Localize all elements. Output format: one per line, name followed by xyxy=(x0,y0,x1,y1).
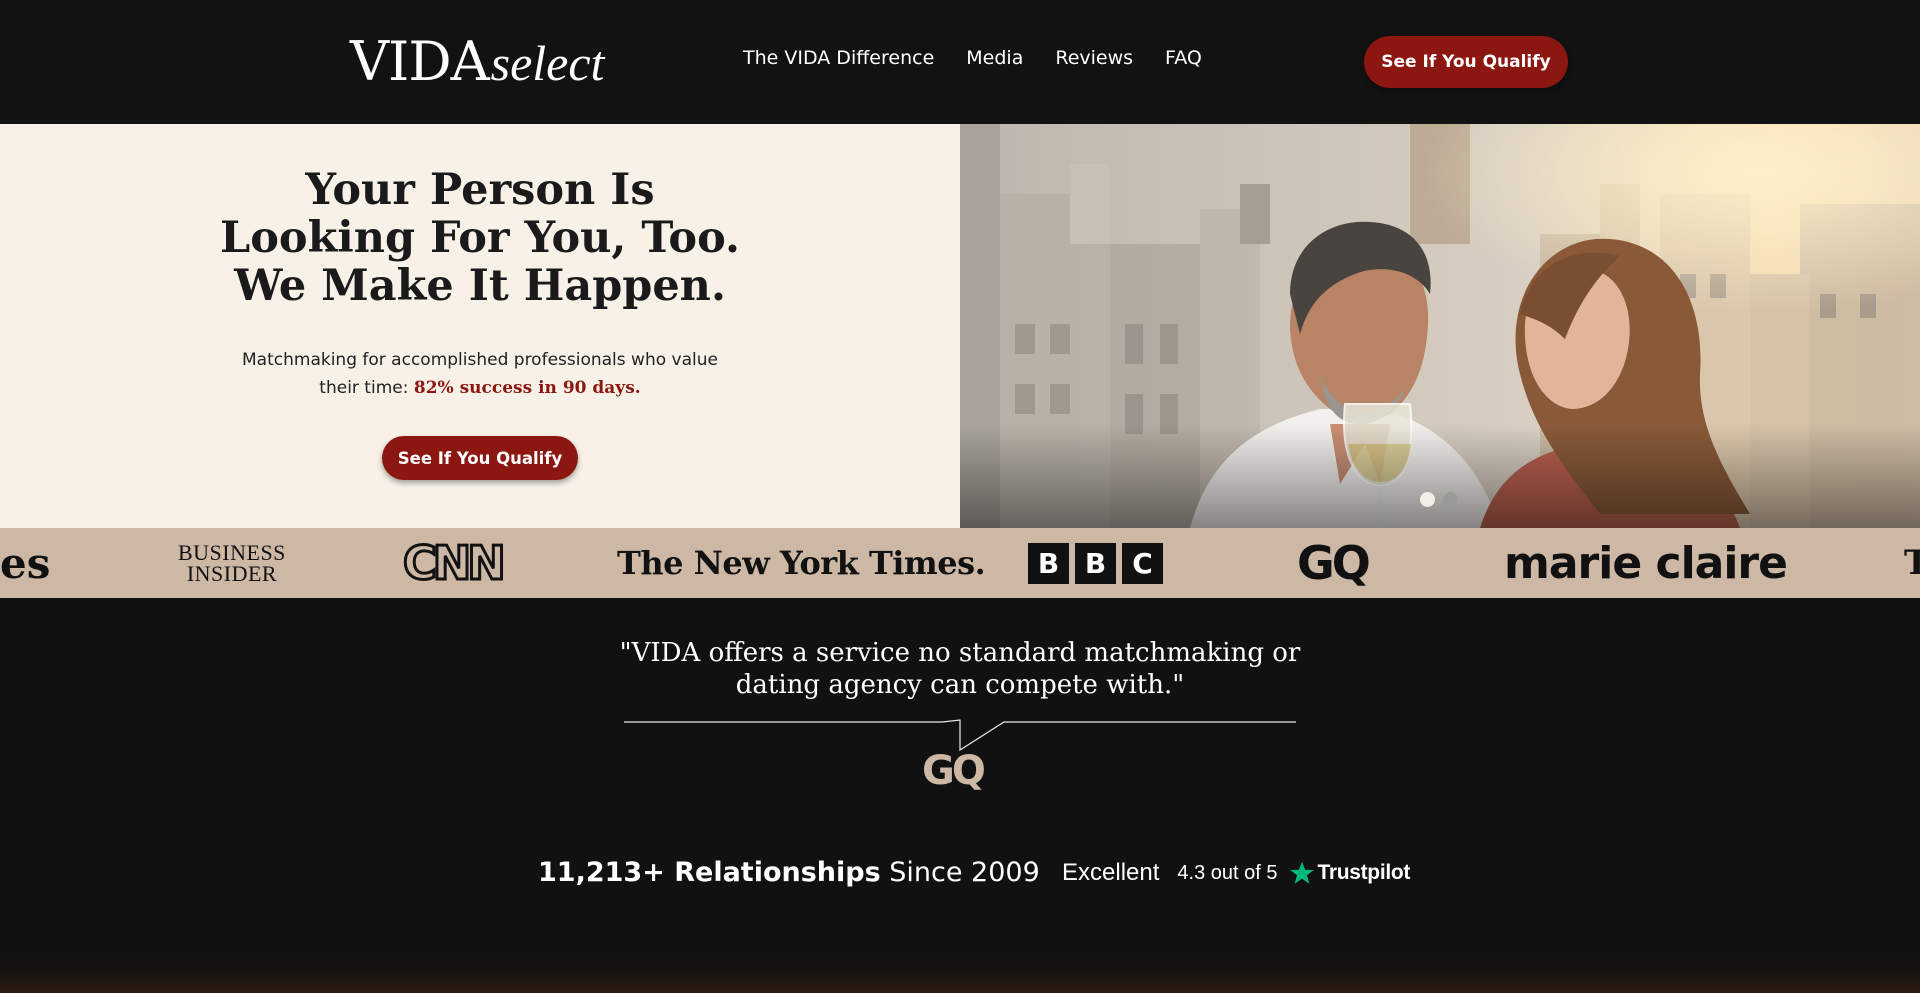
press-logo-marie-claire: marie claire xyxy=(1504,537,1788,589)
press-logo-new-york-times: The New York Times. xyxy=(617,544,986,582)
hero-title-line: Your Person Is xyxy=(305,165,655,215)
press-logo-business-insider: BUSINESS INSIDER xyxy=(178,528,286,598)
hero-title-line: Looking For You, Too. xyxy=(220,213,740,263)
hero-text-panel: Your Person Is Looking For You, Too. We … xyxy=(0,124,960,528)
press-logo-gq: GQ xyxy=(1297,536,1371,590)
bbc-letter: C xyxy=(1122,542,1163,584)
bbc-letter: B xyxy=(1075,542,1116,584)
logo-script: select xyxy=(490,35,605,91)
hero-title-line: We Make It Happen. xyxy=(234,261,726,311)
vida-select-logo[interactable]: VIDA select xyxy=(350,30,605,93)
quote-line: "VIDA offers a service no standard match… xyxy=(619,638,1301,668)
trustpilot-score: 4.3 out of 5 xyxy=(1177,861,1278,884)
hero-title: Your Person Is Looking For You, Too. We … xyxy=(150,166,810,310)
business-insider-line: BUSINESS xyxy=(178,540,286,565)
press-logo-forbes-partial: es xyxy=(0,538,51,588)
quote-line: dating agency can compete with." xyxy=(735,670,1185,700)
header-qualify-button[interactable]: See If You Qualify xyxy=(1364,36,1568,88)
hero-subtitle: Matchmaking for accomplished professiona… xyxy=(230,346,730,402)
trustpilot-widget[interactable]: Excellent 4.3 out of 5 Trustpilot xyxy=(1062,859,1410,887)
nav-faq[interactable]: FAQ xyxy=(1165,47,1202,69)
relationships-count: 11,213+ Relationships xyxy=(538,857,881,888)
nav-reviews[interactable]: Reviews xyxy=(1055,47,1133,69)
carousel-dot-active[interactable] xyxy=(1420,492,1435,507)
couple-photo-illustration xyxy=(960,124,1920,528)
relationships-stat: 11,213+ Relationships Since 2009 xyxy=(538,857,1040,888)
trustpilot-brand: Trustpilot xyxy=(1317,861,1411,884)
press-logo-partial: T xyxy=(1904,543,1920,583)
press-logo-strip: es BUSINESS INSIDER CNN The New York Tim… xyxy=(0,528,1920,598)
trustpilot-star-icon xyxy=(1290,861,1315,884)
nav-media[interactable]: Media xyxy=(966,47,1023,69)
quote-source-gq-logo: GQ xyxy=(922,748,986,794)
nav-vida-difference[interactable]: The VIDA Difference xyxy=(743,47,934,69)
next-section-preview xyxy=(0,955,1920,993)
site-header: VIDA select The VIDA Difference Media Re… xyxy=(0,0,1920,124)
hero-photo xyxy=(960,124,1920,528)
press-quote: "VIDA offers a service no standard match… xyxy=(560,637,1360,701)
success-stat: 82% success in 90 days. xyxy=(413,378,641,398)
press-logo-cnn: CNN xyxy=(402,535,508,592)
hero-qualify-button[interactable]: See If You Qualify xyxy=(382,436,578,480)
carousel-dots xyxy=(1420,492,1458,507)
trustpilot-rating-word: Excellent xyxy=(1062,859,1160,886)
carousel-dot[interactable] xyxy=(1443,492,1458,507)
logo-wordmark: VIDA xyxy=(350,30,490,93)
press-logo-bbc: B B C xyxy=(1028,528,1163,598)
bbc-letter: B xyxy=(1028,542,1069,584)
since-year: Since 2009 xyxy=(880,857,1040,888)
main-nav: The VIDA Difference Media Reviews FAQ xyxy=(743,47,1202,69)
business-insider-line: INSIDER xyxy=(186,561,278,586)
